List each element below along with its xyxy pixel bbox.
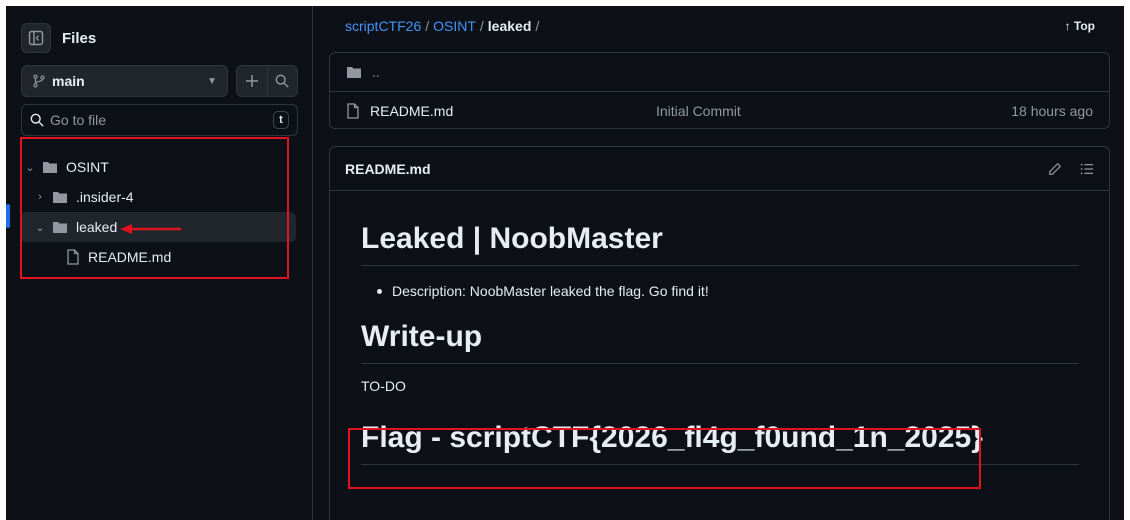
branch-toolbar: main ▼ <box>21 65 298 97</box>
breadcrumb-separator: / <box>479 18 484 34</box>
commit-message-link[interactable]: Initial Commit <box>656 103 986 119</box>
commit-date: 18 hours ago <box>1011 102 1093 119</box>
highlight-box-flag <box>348 428 981 489</box>
add-file-button[interactable] <box>237 66 267 96</box>
file-icon <box>347 102 359 119</box>
arrow-up-icon: ↑ <box>1064 19 1071 33</box>
breadcrumb-separator: / <box>425 18 430 34</box>
list-icon[interactable] <box>1080 162 1094 176</box>
plus-icon <box>245 75 258 87</box>
parent-directory-label: .. <box>372 64 380 80</box>
git-branch-icon <box>33 74 45 88</box>
file-name-link[interactable]: README.md <box>370 103 656 119</box>
readme-header: README.md <box>330 147 1109 191</box>
red-arrow-annotation <box>120 224 181 234</box>
folder-icon <box>347 67 361 78</box>
search-icon <box>276 74 290 88</box>
breadcrumb-separator: / <box>535 18 540 34</box>
breadcrumb: scriptCTF26 / OSINT / leaked / ↑ Top <box>329 6 1109 46</box>
caret-down-icon: ▼ <box>207 75 217 87</box>
section-heading: Write-up <box>361 319 1079 364</box>
list-item: Description: NoobMaster leaked the flag.… <box>361 283 1079 299</box>
readme-title: Leaked | NoobMaster <box>361 191 1079 266</box>
selected-item-indicator <box>6 204 10 228</box>
go-to-file-input[interactable] <box>50 112 273 128</box>
readme-filename: README.md <box>345 160 431 177</box>
highlight-box-tree <box>20 137 289 279</box>
parent-directory-row[interactable]: .. <box>330 53 1109 91</box>
shortcut-key-badge: t <box>273 111 289 129</box>
search-files-button[interactable] <box>266 66 297 96</box>
sidebar-toggle-icon <box>28 30 44 46</box>
description-text: Description: NoobMaster leaked the flag.… <box>392 283 709 299</box>
bullet-icon <box>377 288 382 294</box>
readme-actions <box>1048 162 1094 176</box>
table-row[interactable]: README.md Initial Commit 18 hours ago <box>330 91 1109 129</box>
breadcrumb-current: leaked <box>487 18 532 34</box>
file-actions-group <box>236 65 298 97</box>
back-to-top-button[interactable]: ↑ Top <box>1065 19 1095 33</box>
branch-name: main <box>52 73 85 89</box>
go-to-file-field[interactable]: t <box>21 104 298 136</box>
branch-selector[interactable]: main ▼ <box>21 65 228 97</box>
breadcrumb-folder-link[interactable]: OSINT <box>433 18 476 34</box>
window-border-right <box>1124 0 1130 520</box>
pencil-icon[interactable] <box>1048 162 1062 176</box>
file-list: .. README.md Initial Commit 18 hours ago <box>329 52 1110 129</box>
search-icon <box>30 113 44 127</box>
todo-text: TO-DO <box>361 378 406 394</box>
readme-body: Leaked | NoobMaster Description: NoobMas… <box>330 191 1109 465</box>
sidebar-header: Files <box>21 23 96 53</box>
sidebar-toggle-button[interactable] <box>21 23 51 53</box>
sidebar-title: Files <box>62 29 97 47</box>
top-label: Top <box>1073 19 1095 33</box>
breadcrumb-repo-link[interactable]: scriptCTF26 <box>345 18 421 34</box>
